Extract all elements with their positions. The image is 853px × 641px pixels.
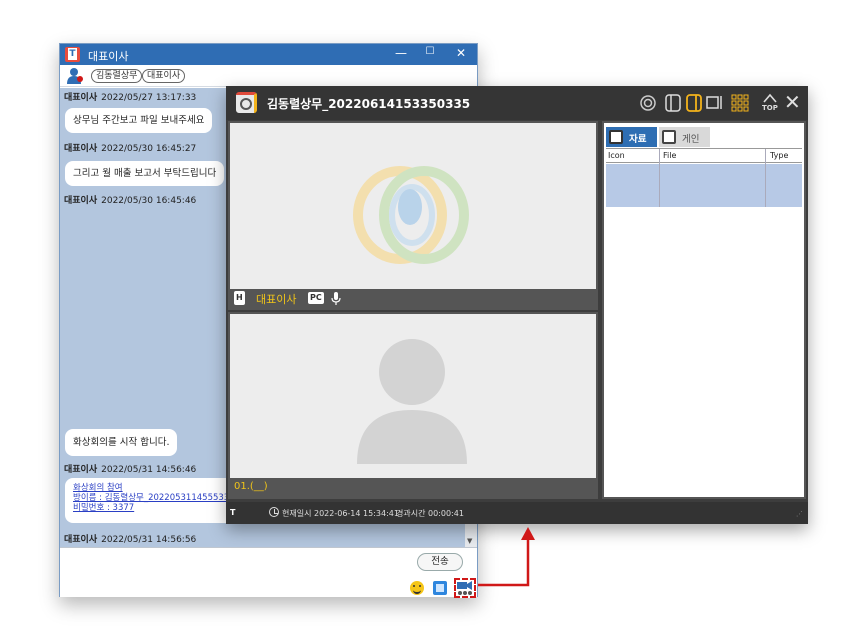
conference-app-icon bbox=[236, 92, 257, 113]
emoji-icon[interactable] bbox=[410, 581, 424, 595]
video-titlebar[interactable]: 김동렬상무_20220614153350335 TOP ✕ bbox=[226, 86, 808, 120]
message-meta: 대표이사 2022/05/30 16:45:46 bbox=[64, 193, 196, 206]
file-row[interactable] bbox=[606, 164, 802, 207]
sender-name: 대표이사 bbox=[64, 196, 98, 206]
message-time: 2022/05/31 14:56:46 bbox=[101, 465, 197, 475]
scroll-down-icon[interactable]: ▼ bbox=[467, 537, 472, 545]
list-icon bbox=[662, 130, 676, 144]
layout-single-icon[interactable] bbox=[664, 94, 682, 112]
column-header-icon[interactable]: Icon bbox=[608, 151, 625, 160]
message-meta: 대표이사 2022/05/27 13:17:33 bbox=[64, 90, 196, 103]
side-panel: 자료 게인 Icon File Type bbox=[602, 121, 806, 499]
video-panel-host[interactable]: H 대표이사 PC bbox=[228, 121, 598, 310]
document-icon bbox=[609, 130, 623, 144]
message-meta: 대표이사 2022/05/31 14:56:46 bbox=[64, 462, 196, 475]
status-bar: T 현재일시 2022-06-14 15:34:41 경과시간 00:00:41… bbox=[226, 502, 808, 524]
sender-name: 대표이사 bbox=[64, 93, 98, 103]
resize-grip-icon[interactable]: ⋰ bbox=[796, 510, 803, 518]
avatar-placeholder-icon bbox=[357, 339, 467, 464]
message-bubble: 그리고 월 매출 보고서 부탁드립니다 bbox=[65, 161, 225, 186]
participant-name: 01.(__) bbox=[234, 481, 268, 492]
message-time: 2022/05/31 14:56:56 bbox=[101, 535, 197, 545]
top-label: TOP bbox=[762, 104, 778, 112]
video-panel-participant[interactable]: 01.(__) bbox=[228, 312, 598, 499]
pc-device-badge: PC bbox=[308, 292, 324, 304]
record-icon[interactable] bbox=[639, 94, 657, 112]
file-table-header: Icon File Type bbox=[606, 148, 802, 163]
meeting-link-bubble: 화상회의 참여 방이름 : 김동렬상무_20220531145553370 비밀… bbox=[65, 478, 235, 523]
clock-icon bbox=[269, 507, 279, 517]
video-conference-window: 김동렬상무_20220614153350335 TOP ✕ H 대표이사 PC … bbox=[226, 86, 808, 524]
status-logo: T bbox=[230, 508, 236, 517]
file-icon[interactable] bbox=[433, 581, 447, 595]
participant-caption-bar: 01.(__) bbox=[230, 478, 596, 497]
video-call-icon[interactable] bbox=[454, 578, 476, 598]
tab-notice-label: 게인 bbox=[682, 134, 700, 145]
host-badge: H bbox=[234, 291, 245, 305]
chat-title: 대표이사 bbox=[88, 50, 129, 63]
message-input-area[interactable]: 전송 bbox=[60, 547, 477, 598]
tab-files-label: 자료 bbox=[629, 134, 647, 145]
sender-name: 대표이사 bbox=[64, 465, 98, 475]
column-divider bbox=[659, 149, 660, 207]
meeting-join-link[interactable]: 화상회의 참여 bbox=[73, 483, 227, 493]
message-time: 2022/05/27 13:17:33 bbox=[101, 93, 197, 103]
tab-files[interactable]: 자료 bbox=[606, 127, 657, 147]
column-header-type[interactable]: Type bbox=[770, 151, 788, 160]
participant-name: 대표이사 bbox=[256, 293, 297, 306]
grid-icon[interactable] bbox=[731, 94, 749, 112]
tab-notice[interactable]: 게인 bbox=[659, 127, 710, 147]
close-button[interactable]: ✕ bbox=[784, 90, 801, 114]
message-time: 2022/05/30 16:45:27 bbox=[101, 144, 197, 154]
maximize-button[interactable]: ☐ bbox=[422, 46, 438, 57]
column-divider bbox=[765, 149, 766, 207]
layout-split-icon[interactable] bbox=[685, 94, 703, 112]
message-time: 2022/05/30 16:45:46 bbox=[101, 196, 197, 206]
participant-caption-bar: H 대표이사 PC bbox=[230, 289, 596, 308]
current-time: 현재일시 2022-06-14 15:34:41 bbox=[282, 509, 399, 518]
watermark-logo-icon bbox=[353, 166, 469, 264]
layout-side-icon[interactable] bbox=[706, 94, 724, 112]
message-meta: 대표이사 2022/05/30 16:45:27 bbox=[64, 141, 196, 154]
participant-bar: 김동렬상무 대표이사 bbox=[60, 65, 477, 87]
meeting-password-link[interactable]: 비밀번호 : 3377 bbox=[73, 503, 227, 513]
message-meta: 대표이사 2022/05/31 14:56:56 bbox=[64, 532, 196, 545]
column-header-file[interactable]: File bbox=[663, 151, 676, 160]
sender-name: 대표이사 bbox=[64, 535, 98, 545]
user-icon bbox=[67, 68, 83, 84]
meeting-room-link[interactable]: 방이름 : 김동렬상무_20220531145553370 bbox=[73, 493, 235, 503]
microphone-icon[interactable] bbox=[331, 292, 341, 305]
send-button[interactable]: 전송 bbox=[417, 553, 463, 571]
room-title: 김동렬상무_20220614153350335 bbox=[267, 97, 471, 111]
close-button[interactable]: ✕ bbox=[453, 46, 469, 60]
chat-titlebar[interactable]: 대표이사 — ☐ ✕ bbox=[60, 44, 477, 65]
sender-name: 대표이사 bbox=[64, 144, 98, 154]
app-logo-icon bbox=[65, 47, 80, 62]
minimize-button[interactable]: — bbox=[393, 46, 409, 60]
message-bubble: 상무님 주간보고 파일 보내주세요 bbox=[65, 108, 213, 133]
message-bubble: 화상회의를 시작 합니다. bbox=[65, 429, 178, 456]
participant-tag[interactable]: 대표이사 bbox=[142, 69, 186, 83]
elapsed-time: 경과시간 00:00:41 bbox=[396, 509, 464, 518]
participant-tag[interactable]: 김동렬상무 bbox=[91, 69, 143, 83]
